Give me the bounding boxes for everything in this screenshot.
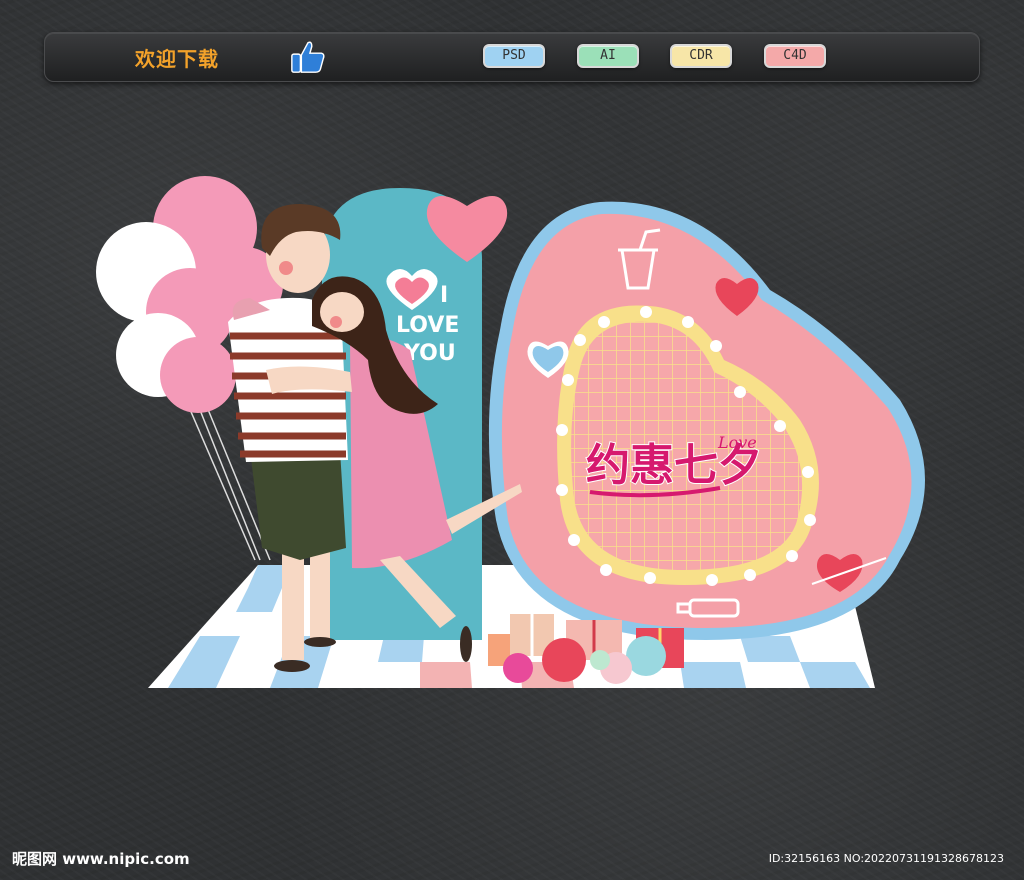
arch-text-love: LOVE <box>396 313 459 338</box>
arch-text-i: I <box>440 283 448 308</box>
love-subtitle: Love <box>717 433 757 452</box>
nipic-logo: 昵图网 www.nipic.com <box>12 850 190 868</box>
qixi-photo-wall-artwork: I LOVE YOU 约惠七夕 Love <box>96 176 925 688</box>
image-id-text: ID:32156163 NO:20220731191328678123 <box>768 852 1004 865</box>
heart-board: 约惠七夕 Love <box>488 201 925 640</box>
